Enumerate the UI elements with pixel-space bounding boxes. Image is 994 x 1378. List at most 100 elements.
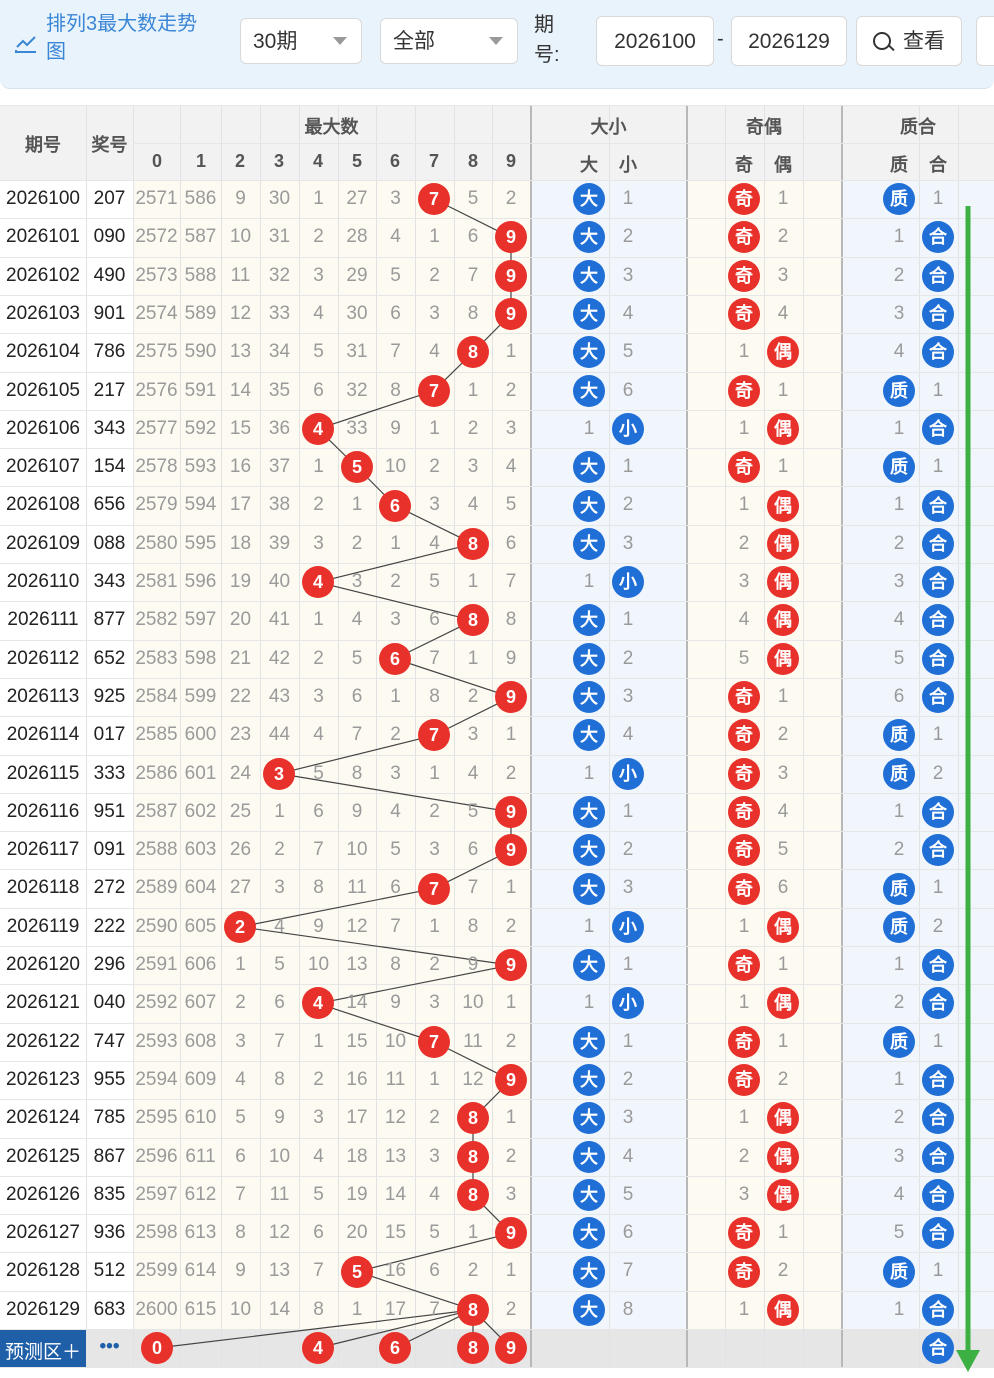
max-digit-ball: 9 (495, 834, 527, 867)
miss-count: 3 (429, 494, 440, 516)
size-miss: 3 (622, 685, 634, 707)
period-number: 2026128 (6, 1260, 80, 1282)
miss-count: 37 (268, 456, 291, 478)
prediction-label[interactable]: 预测区＋ (0, 1337, 86, 1364)
size-miss: 1 (583, 417, 595, 439)
size-ball: 大 (573, 1140, 605, 1173)
miss-count: 3 (313, 1107, 324, 1129)
miss-count: 1 (505, 724, 517, 746)
more-options[interactable]: ••• (86, 1336, 133, 1358)
header-size: 小 (619, 155, 637, 175)
size-miss: 2 (622, 1068, 634, 1090)
miss-count: 22 (229, 685, 252, 707)
row-divider (0, 793, 994, 794)
prime-ball: 质 (883, 757, 915, 790)
prediction-ball[interactable]: 0 (141, 1332, 173, 1364)
miss-count: 3 (390, 609, 401, 631)
award-number: 343 (93, 571, 126, 592)
prediction-ball[interactable]: 9 (495, 1332, 527, 1364)
miss-count: 6 (429, 609, 440, 631)
miss-count: 1 (351, 494, 363, 516)
row-divider (0, 1061, 994, 1062)
row-divider (0, 1367, 994, 1368)
miss-count: 2571 (135, 188, 178, 209)
odd-even-miss: 1 (738, 915, 750, 937)
miss-count: 10 (307, 954, 330, 975)
header-digit: 0 (151, 151, 162, 171)
award-number: 088 (93, 532, 126, 554)
header-digit: 1 (195, 151, 206, 171)
miss-count: 7 (429, 1298, 440, 1320)
prime-miss: 1 (932, 724, 944, 746)
odd-even-ball: 偶 (767, 1140, 799, 1173)
miss-count: 5 (467, 800, 479, 822)
miss-count: 1 (505, 341, 517, 363)
size-ball: 大 (573, 527, 605, 560)
miss-count: 15 (384, 1222, 407, 1244)
size-miss: 3 (622, 1107, 634, 1129)
prime-ball: 合 (922, 681, 954, 714)
miss-count: 3 (351, 571, 363, 592)
size-miss: 1 (622, 954, 634, 975)
miss-count: 594 (184, 494, 217, 516)
miss-count: 2 (505, 1298, 517, 1320)
header-digit: 6 (389, 151, 400, 171)
odd-even-ball: 奇 (728, 374, 760, 407)
miss-count: 595 (184, 532, 217, 554)
odd-even-miss: 1 (777, 1030, 789, 1052)
prediction-ball[interactable]: 8 (457, 1332, 489, 1364)
period-number: 2026111 (7, 609, 79, 631)
size-ball: 大 (573, 1178, 605, 1211)
miss-count: 19 (229, 571, 252, 592)
max-digit-ball: 8 (457, 1293, 489, 1326)
miss-count: 10 (346, 839, 368, 861)
prime-miss: 1 (893, 226, 905, 248)
prediction-ball[interactable]: 4 (302, 1332, 334, 1364)
miss-count: 2586 (135, 762, 178, 784)
miss-count: 2573 (135, 264, 178, 286)
miss-count: 2 (505, 188, 517, 209)
miss-count: 1 (505, 1107, 517, 1129)
miss-count: 6 (235, 1145, 246, 1167)
miss-count: 17 (384, 1298, 407, 1320)
award-number: 207 (93, 188, 126, 209)
miss-count: 1 (505, 992, 517, 1014)
max-digit-ball: 7 (418, 183, 450, 216)
row-divider (0, 716, 994, 717)
miss-count: 12 (229, 302, 252, 324)
period-number: 2026126 (6, 1183, 80, 1205)
size-ball: 大 (573, 834, 605, 867)
miss-count: 3 (274, 877, 285, 899)
miss-count: 33 (268, 302, 291, 324)
prediction-prime-ball[interactable]: 合 (922, 1332, 954, 1364)
miss-count: 1 (351, 1298, 363, 1320)
award-number: 951 (93, 800, 126, 822)
prime-miss: 3 (893, 1145, 905, 1167)
miss-count: 4 (390, 226, 401, 248)
period-number: 2026120 (6, 954, 80, 975)
miss-count: 13 (268, 1260, 291, 1282)
award-number: 512 (93, 1260, 126, 1282)
miss-count: 608 (184, 1030, 217, 1052)
miss-count: 587 (184, 226, 217, 248)
miss-count: 1 (467, 1222, 479, 1244)
miss-count: 6 (313, 379, 324, 401)
miss-count: 1 (467, 379, 479, 401)
miss-count: 2 (274, 839, 285, 861)
miss-count: 588 (184, 264, 217, 286)
miss-count: 2 (313, 226, 324, 248)
miss-count: 27 (346, 188, 368, 209)
size-ball: 小 (612, 566, 644, 599)
miss-count: 612 (184, 1183, 217, 1205)
miss-count: 40 (268, 571, 291, 592)
row-divider (0, 869, 994, 870)
miss-count: 7 (390, 341, 401, 363)
prediction-ball[interactable]: 6 (379, 1332, 411, 1364)
prime-miss: 2 (893, 532, 905, 554)
odd-even-miss: 1 (777, 685, 789, 707)
odd-even-miss: 3 (738, 571, 750, 592)
award-number: 936 (93, 1222, 126, 1244)
miss-count: 8 (313, 1298, 324, 1320)
miss-count: 2582 (135, 609, 178, 631)
odd-even-ball: 奇 (728, 1217, 760, 1250)
